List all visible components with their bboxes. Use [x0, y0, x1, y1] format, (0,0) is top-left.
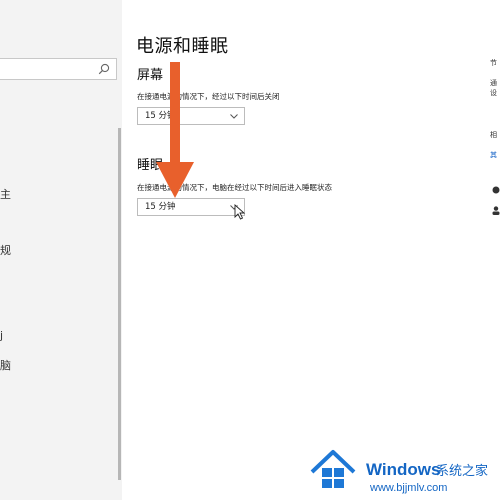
- windows-logo-icon: [310, 450, 356, 488]
- nav-item-fragment[interactable]: 规: [0, 242, 11, 258]
- related-text-fragment: 通: [490, 79, 497, 87]
- related-text-fragment: 节: [490, 59, 497, 67]
- related-link[interactable]: 其: [490, 150, 497, 160]
- navigation-pane: 主 规 j 脑: [0, 0, 122, 500]
- nav-item-fragment[interactable]: 脑: [0, 357, 11, 373]
- feedback-icon[interactable]: [492, 206, 500, 215]
- related-text-fragment: 设: [490, 89, 497, 97]
- help-icon[interactable]: [492, 186, 500, 194]
- watermark-url: www.bjjmlv.com: [370, 482, 448, 494]
- watermark: Windows 系统之家 www.bjjmlv.com: [308, 446, 500, 500]
- watermark-site-name: 系统之家: [436, 464, 489, 479]
- search-input[interactable]: [0, 58, 117, 80]
- page-title: 电源和睡眠: [136, 36, 229, 57]
- related-text-fragment: 相: [490, 131, 497, 139]
- chevron-down-icon: [230, 114, 238, 119]
- search-icon[interactable]: [97, 62, 111, 76]
- watermark-brand: Windows: [366, 460, 441, 479]
- annotation-arrow-icon: [156, 62, 194, 198]
- mouse-cursor-icon: [234, 204, 246, 220]
- nav-item-fragment[interactable]: 主: [0, 186, 11, 202]
- nav-item-fragment[interactable]: j: [0, 329, 3, 342]
- nav-scrollbar[interactable]: [118, 128, 121, 480]
- related-settings-column: 节 通 设 相 其: [490, 0, 500, 500]
- sleep-timeout-value: 15 分钟: [145, 202, 176, 212]
